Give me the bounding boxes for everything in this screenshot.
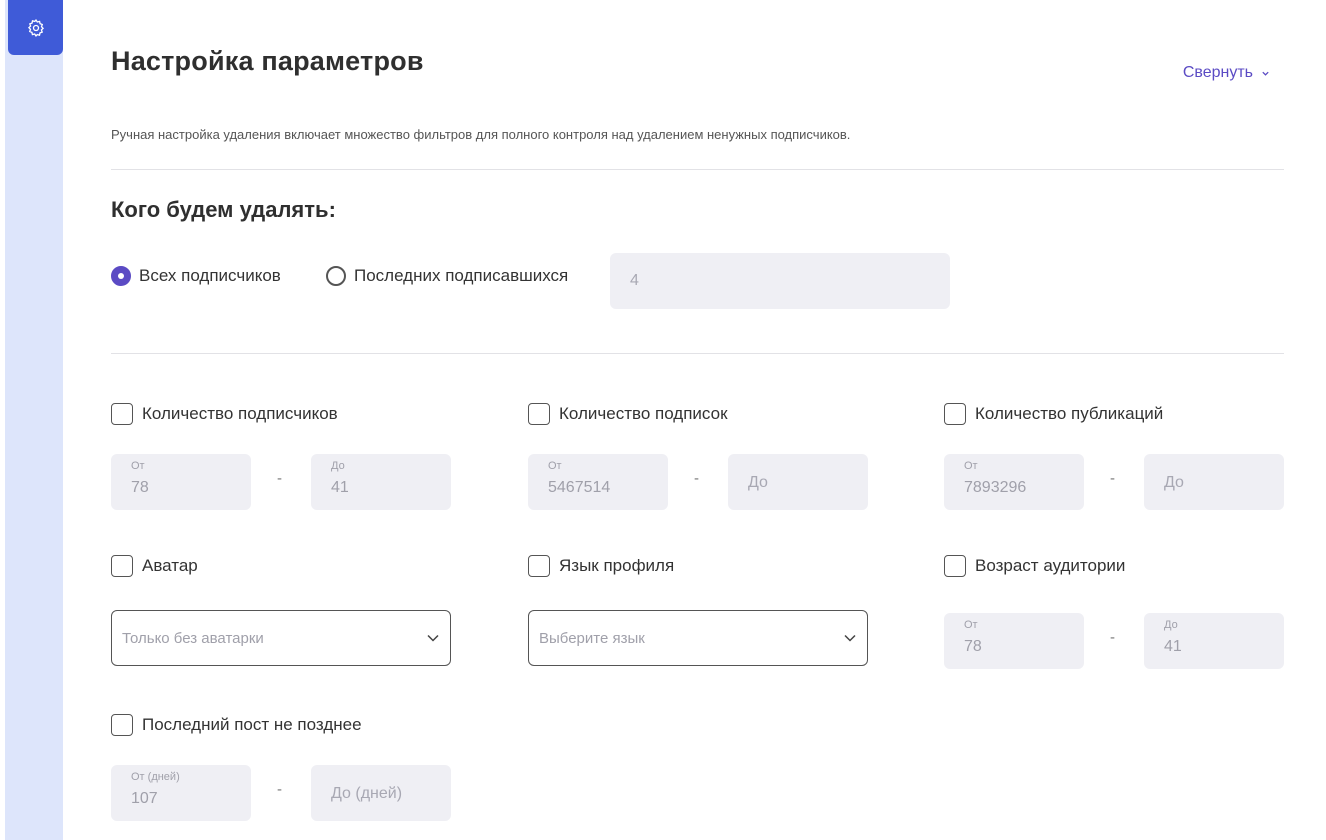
section-title: Кого будем удалять:	[111, 197, 336, 222]
checkbox-followers[interactable]: Количество подписчиков	[111, 403, 338, 425]
radio-label: Последних подписавшихся	[354, 266, 569, 285]
checkbox-age[interactable]: Возраст аудитории	[944, 555, 1125, 577]
sidebar	[5, 0, 63, 840]
range-dash: -	[1110, 470, 1115, 487]
checkbox-label: Количество подписок	[559, 404, 728, 423]
select-placeholder: Выберите язык	[539, 629, 645, 647]
divider	[111, 169, 1284, 170]
checkbox-label: Количество подписчиков	[142, 404, 338, 423]
radio-all-followers[interactable]: Всех подписчиков	[111, 266, 281, 286]
field-label: От	[131, 460, 145, 472]
field-value: 41	[1164, 638, 1182, 655]
chevron-down-icon	[844, 634, 856, 642]
settings-button[interactable]	[8, 0, 63, 55]
field-value: 5467514	[548, 479, 611, 496]
field-placeholder: До (дней)	[331, 785, 403, 802]
field-placeholder: До	[1164, 474, 1184, 491]
checkbox-label: Последний пост не позднее	[142, 715, 362, 734]
checkbox-label: Язык профиля	[559, 556, 675, 575]
chevron-down-icon	[1262, 71, 1269, 76]
radio-indicator	[111, 266, 131, 286]
last-post-to-input[interactable]: До (дней)	[311, 765, 451, 821]
age-from-input[interactable]: От 78	[944, 613, 1084, 669]
checkbox-box	[528, 403, 550, 425]
radio-last-followers[interactable]: Последних подписавшихся	[326, 266, 568, 286]
checkbox-last-post[interactable]: Последний пост не позднее	[111, 714, 362, 736]
last-post-from-input[interactable]: От (дней) 107	[111, 765, 251, 821]
radio-label: Всех подписчиков	[139, 266, 281, 285]
field-value: 78	[131, 479, 149, 496]
checkbox-avatar[interactable]: Аватар	[111, 555, 198, 577]
checkbox-language[interactable]: Язык профиля	[528, 555, 674, 577]
posts-from-input[interactable]: От 7893296	[944, 454, 1084, 510]
collapse-button[interactable]: Свернуть	[1183, 64, 1270, 82]
checkbox-posts[interactable]: Количество публикаций	[944, 403, 1163, 425]
checkbox-box	[111, 403, 133, 425]
description: Ручная настройка удаления включает множе…	[111, 127, 851, 142]
field-label: До	[1164, 619, 1178, 631]
field-value: 7893296	[964, 479, 1027, 496]
checkbox-label: Количество публикаций	[975, 404, 1164, 423]
field-label: До	[331, 460, 345, 472]
checkbox-box	[944, 403, 966, 425]
field-value: 78	[964, 638, 982, 655]
field-value: 107	[131, 790, 158, 807]
field-label: От	[964, 619, 978, 631]
select-value: Только без аватарки	[122, 629, 264, 647]
checkbox-followings[interactable]: Количество подписок	[528, 403, 728, 425]
checkbox-box	[944, 555, 966, 577]
checkbox-box	[111, 555, 133, 577]
checkbox-box	[111, 714, 133, 736]
range-dash: -	[277, 470, 282, 487]
field-label: От	[964, 460, 978, 472]
range-dash: -	[1110, 629, 1115, 646]
language-select[interactable]: Выберите язык	[528, 610, 868, 666]
chevron-down-icon	[427, 634, 439, 642]
field-value: 41	[331, 479, 349, 496]
range-dash: -	[277, 781, 282, 798]
age-to-input[interactable]: До 41	[1144, 613, 1284, 669]
followers-to-input[interactable]: До 41	[311, 454, 451, 510]
field-placeholder: До	[748, 474, 768, 491]
checkbox-label: Аватар	[142, 556, 198, 575]
range-dash: -	[694, 470, 699, 487]
field-label: От	[548, 460, 562, 472]
last-count-input[interactable]: 4	[610, 253, 950, 309]
radio-indicator	[326, 266, 346, 286]
avatar-select[interactable]: Только без аватарки	[111, 610, 451, 666]
field-label: От (дней)	[131, 771, 180, 783]
checkbox-label: Возраст аудитории	[975, 556, 1126, 575]
gear-icon	[27, 18, 44, 37]
posts-to-input[interactable]: До	[1144, 454, 1284, 510]
collapse-label: Свернуть	[1182, 64, 1253, 81]
page-title: Настройка параметров	[111, 46, 424, 76]
divider	[111, 353, 1284, 354]
checkbox-box	[528, 555, 550, 577]
followings-from-input[interactable]: От 5467514	[528, 454, 668, 510]
settings-panel: Настройка параметров Свернуть Ручная нас…	[111, 0, 1284, 840]
followers-from-input[interactable]: От 78	[111, 454, 251, 510]
followings-to-input[interactable]: До	[728, 454, 868, 510]
